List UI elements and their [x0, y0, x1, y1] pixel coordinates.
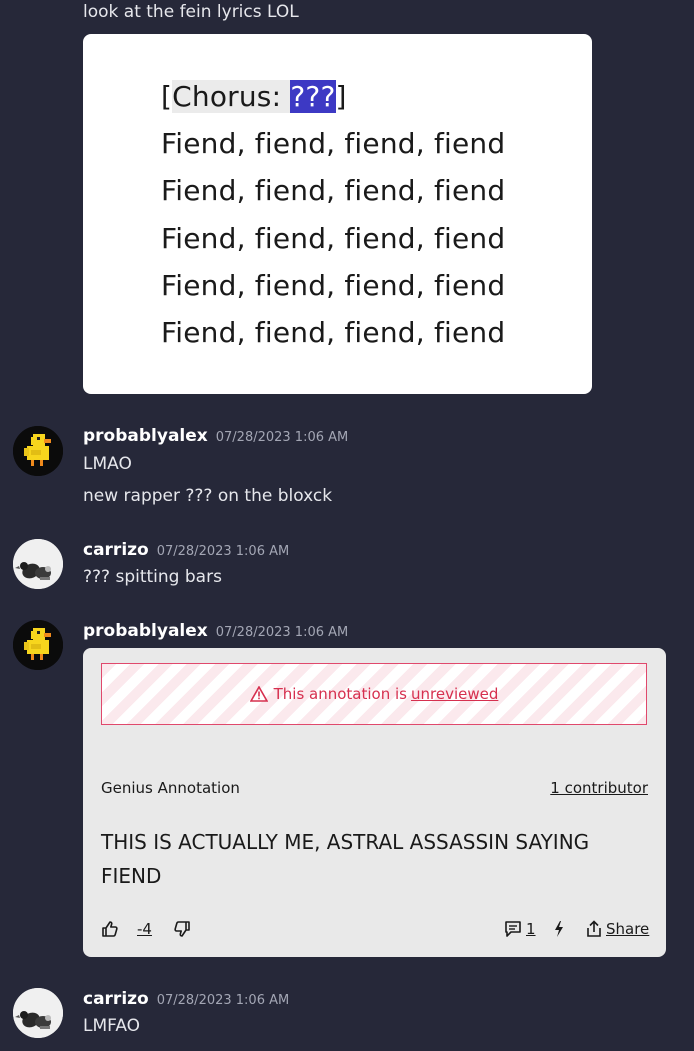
message-text: LMFAO [83, 1016, 141, 1036]
warning-icon [249, 686, 268, 702]
annotation-image[interactable]: This annotation is unreviewed Genius Ann… [83, 648, 666, 957]
lyric-line: Fiend, fiend, fiend, fiend [161, 269, 506, 302]
timestamp: 07/28/2023 1:06 AM [156, 544, 290, 559]
lyrics-image[interactable]: [Chorus: ???] Fiend, fiend, fiend, fiend… [83, 34, 592, 394]
share-button[interactable]: Share [586, 920, 649, 938]
annotation-label: Genius Annotation [101, 779, 240, 797]
lyric-line: Fiend, fiend, fiend, fiend [161, 127, 506, 160]
duck-avatar[interactable] [13, 426, 63, 476]
unreviewed-link[interactable]: unreviewed [411, 685, 498, 703]
username[interactable]: probablyalex [83, 426, 208, 446]
chorus-artist: ??? [290, 80, 336, 113]
warning-text: This annotation is [273, 685, 407, 703]
comment-button[interactable]: 1 [504, 920, 536, 938]
bird-avatar[interactable] [13, 539, 63, 589]
username[interactable]: carrizo [83, 540, 149, 560]
lyrics-chorus-header: [Chorus: ???] [161, 80, 347, 113]
contributors-link[interactable]: 1 contributor [550, 779, 648, 797]
annotation-footer: -4 1 Share [101, 920, 649, 946]
message-text: ??? spitting bars [83, 567, 222, 587]
timestamp: 07/28/2023 1:06 AM [215, 625, 349, 640]
message-text: look at the fein lyrics LOL [83, 2, 299, 22]
bird-avatar[interactable] [13, 988, 63, 1038]
timestamp: 07/28/2023 1:06 AM [215, 430, 349, 445]
message-text: new rapper ??? on the bloxck [83, 486, 333, 506]
username[interactable]: carrizo [83, 989, 149, 1009]
chorus-label: Chorus: [172, 80, 291, 113]
unreviewed-banner: This annotation is unreviewed [101, 663, 647, 725]
lyric-line: Fiend, fiend, fiend, fiend [161, 222, 506, 255]
vote-count[interactable]: -4 [137, 920, 152, 938]
message-header: probablyalex 07/28/2023 1:06 AM [83, 426, 348, 446]
username[interactable]: probablyalex [83, 621, 208, 641]
comment-count: 1 [526, 920, 536, 938]
timestamp: 07/28/2023 1:06 AM [156, 993, 290, 1008]
share-label: Share [606, 920, 650, 938]
message-text: LMAO [83, 454, 132, 474]
thumbs-up-icon[interactable] [101, 920, 119, 938]
message-header: carrizo 07/28/2023 1:06 AM [83, 540, 289, 560]
lyric-line: Fiend, fiend, fiend, fiend [161, 316, 506, 349]
lightning-icon[interactable] [553, 920, 565, 938]
share-icon [587, 920, 601, 937]
annotation-body: THIS IS ACTUALLY ME, ASTRAL ASSASSIN SAY… [101, 830, 590, 888]
duck-avatar[interactable] [13, 620, 63, 670]
comment-icon [505, 921, 521, 937]
thumbs-down-icon[interactable] [173, 920, 191, 938]
message-header: probablyalex 07/28/2023 1:06 AM [83, 621, 348, 641]
message-header: carrizo 07/28/2023 1:06 AM [83, 989, 289, 1009]
lyric-line: Fiend, fiend, fiend, fiend [161, 174, 506, 207]
